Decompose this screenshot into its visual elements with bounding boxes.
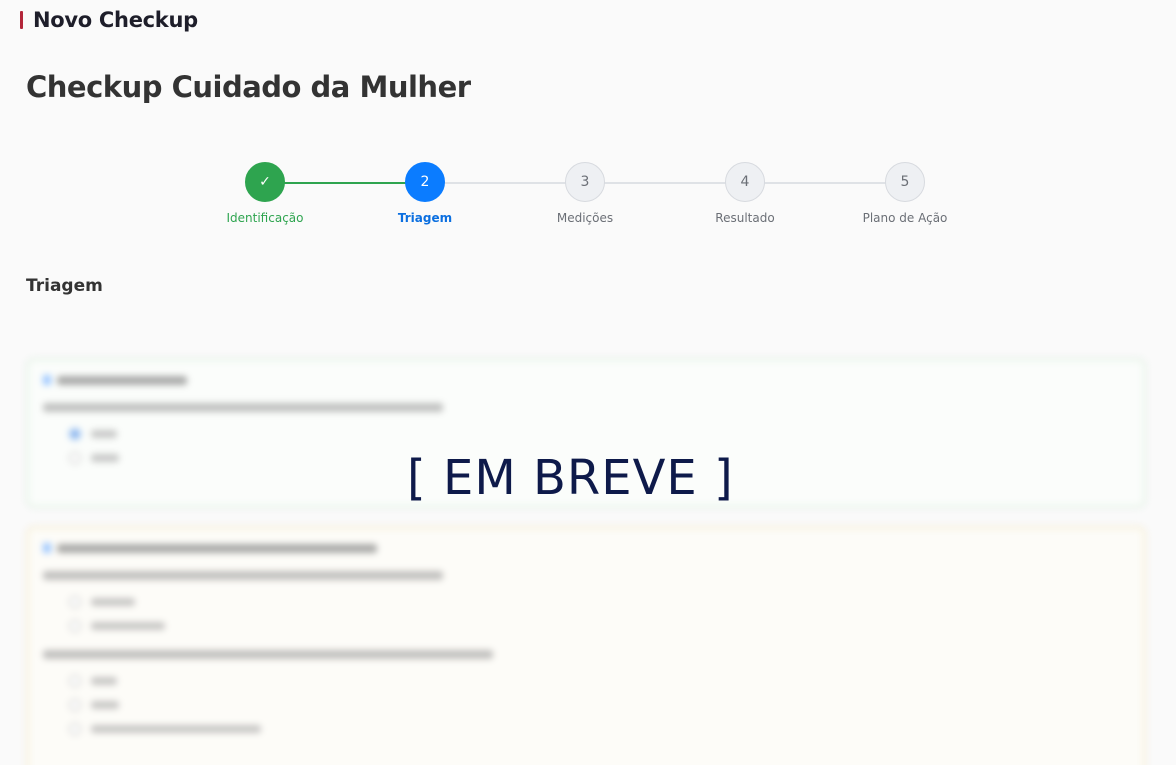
- step-label: Resultado: [715, 211, 775, 225]
- step-label: Identificação: [226, 211, 304, 225]
- blurred-text: [57, 375, 187, 385]
- blurred-text: [57, 543, 377, 553]
- radio-button: [69, 452, 81, 464]
- header-accent-bar: [20, 11, 23, 29]
- radio-option: [69, 723, 1129, 735]
- step-number: 2: [405, 162, 445, 202]
- radio-option: [69, 428, 1129, 440]
- header-title: Novo Checkup: [33, 8, 198, 32]
- card-marker: [43, 543, 51, 553]
- radio-button: [69, 620, 81, 632]
- step-number: 3: [565, 162, 605, 202]
- step-label: Plano de Ação: [862, 211, 948, 225]
- card-header: [43, 543, 1129, 553]
- progress-stepper: ✓ Identificação 2 Triagem 3 Medições 4 R…: [185, 160, 985, 240]
- page-header: Novo Checkup: [20, 8, 198, 32]
- step-resultado[interactable]: 4 Resultado: [685, 162, 805, 225]
- radio-button: [69, 723, 81, 735]
- step-number: 5: [885, 162, 925, 202]
- radio-option: [69, 675, 1129, 687]
- check-icon: ✓: [245, 162, 285, 202]
- blurred-form-preview: [26, 358, 1146, 765]
- step-number: 4: [725, 162, 765, 202]
- page-title: Checkup Cuidado da Mulher: [26, 70, 471, 104]
- radio-button: [69, 596, 81, 608]
- step-triagem[interactable]: 2 Triagem: [365, 162, 485, 225]
- radio-button: [69, 675, 81, 687]
- step-identificacao[interactable]: ✓ Identificação: [205, 162, 325, 225]
- step-label: Medições: [556, 211, 614, 225]
- radio-option: [69, 596, 1129, 608]
- radio-option: [69, 620, 1129, 632]
- coming-soon-overlay: [ EM BREVE ]: [407, 450, 734, 506]
- card-header: [43, 375, 1129, 385]
- section-title: Triagem: [26, 276, 103, 296]
- card-marker: [43, 375, 51, 385]
- step-label: Triagem: [397, 211, 453, 225]
- radio-option: [69, 699, 1129, 711]
- stepper-connector: [425, 182, 905, 184]
- form-card: [26, 526, 1146, 765]
- radio-button: [69, 428, 81, 440]
- step-plano-de-acao[interactable]: 5 Plano de Ação: [845, 162, 965, 225]
- blurred-question: [43, 401, 1129, 416]
- blurred-question: [43, 648, 1129, 663]
- step-medicoes[interactable]: 3 Medições: [525, 162, 645, 225]
- blurred-question: [43, 569, 1129, 584]
- radio-button: [69, 699, 81, 711]
